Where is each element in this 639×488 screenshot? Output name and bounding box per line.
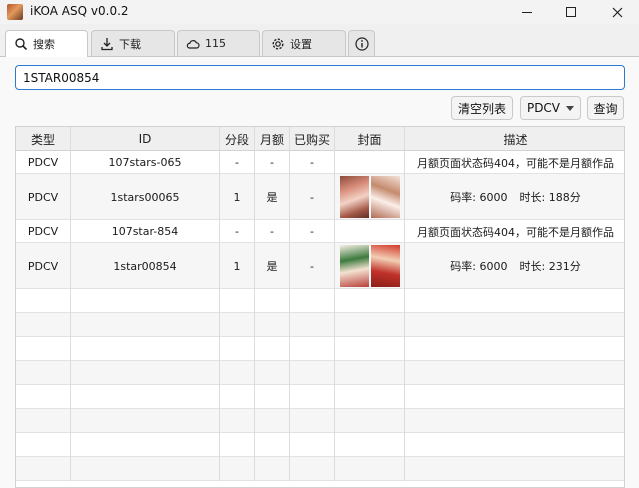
cell-type: PDCV [16,243,71,289]
cell-type: PDCV [16,151,71,174]
minimize-icon [522,11,532,13]
cloud-icon [186,37,200,51]
cover-thumbnail[interactable] [339,176,400,218]
tab-label: 115 [205,37,226,50]
cell-id: 107star-854 [71,220,220,243]
empty-row [16,313,624,337]
bitrate-text: 码率: 6000 [450,260,508,273]
maximize-icon [566,7,576,17]
cell-description: 码率: 6000 时长: 188分 [405,174,624,220]
cell-segment: - [220,220,255,243]
empty-row [16,409,624,433]
tab-115[interactable]: 115 [177,30,260,56]
cell-id: 1stars00065 [71,174,220,220]
cell-id: 1star00854 [71,243,220,289]
tab-info[interactable] [348,30,375,56]
cell-cover [335,243,405,289]
app-icon [7,4,23,20]
table-row[interactable]: PDCV 107stars-065 - - - 月额页面状态码404，可能不是月… [16,151,624,174]
cell-bought: - [290,220,335,243]
close-button[interactable] [594,0,639,24]
cell-cover [335,174,405,220]
clear-list-label: 清空列表 [457,101,506,116]
table-row[interactable]: PDCV 107star-854 - - - 月额页面状态码404，可能不是月额… [16,220,624,243]
maximize-button[interactable] [548,0,594,24]
cell-monthly: - [255,151,290,174]
query-button[interactable]: 查询 [587,96,624,120]
gear-icon [271,37,285,51]
info-icon [355,36,369,51]
empty-row [16,361,624,385]
cell-description: 月额页面状态码404，可能不是月额作品 [417,225,614,239]
cell-bought: - [290,243,335,289]
tab-label: 下载 [119,37,141,51]
cell-monthly: - [255,220,290,243]
cell-bought: - [290,151,335,174]
clear-list-button[interactable]: 清空列表 [451,96,513,120]
tab-search[interactable]: 搜索 [5,30,88,57]
column-header[interactable]: 类型 [16,127,71,151]
cell-bought: - [290,174,335,220]
cell-type: PDCV [16,174,71,220]
chevron-down-icon [566,105,575,111]
table-header: 类型 ID 分段 月额 已购买 封面 描述 [16,127,624,151]
tab-label: 设置 [290,37,312,51]
cover-thumbnail[interactable] [339,245,400,287]
column-header[interactable]: 月额 [255,127,290,151]
search-icon [14,37,28,51]
empty-row [16,433,624,457]
cell-segment: 1 [220,243,255,289]
tab-download[interactable]: 下载 [91,30,175,56]
table-row[interactable]: PDCV 1star00854 1 是 - 码率: 6000 时长: 231分 [16,243,624,289]
empty-row [16,385,624,409]
cell-cover [335,151,405,174]
column-header[interactable]: 分段 [220,127,255,151]
search-input[interactable] [15,65,625,90]
title-bar: iKOA ASQ v0.0.2 [0,0,639,24]
tab-bar: 搜索 下载 115 设置 [0,30,639,57]
window-title: iKOA ASQ v0.0.2 [30,4,129,18]
type-select[interactable]: PDCV [520,96,581,120]
bitrate-text: 码率: 6000 [450,191,508,204]
column-header[interactable]: ID [71,127,220,151]
tab-settings[interactable]: 设置 [262,30,346,56]
cell-description: 码率: 6000 时长: 231分 [405,243,624,289]
cell-cover [335,220,405,243]
table-row[interactable]: PDCV 1stars00065 1 是 - 码率: 6000 时长: 188分 [16,174,624,220]
type-select-value: PDCV [526,101,561,115]
download-icon [100,37,114,51]
empty-row [16,337,624,361]
duration-text: 时长: 231分 [519,260,581,273]
cell-description: 月额页面状态码404，可能不是月额作品 [417,156,614,170]
column-header[interactable]: 已购买 [290,127,335,151]
query-label: 查询 [593,101,618,116]
cell-type: PDCV [16,220,71,243]
cell-segment: 1 [220,174,255,220]
minimize-button[interactable] [504,0,550,24]
results-table: 类型 ID 分段 月额 已购买 封面 描述 PDCV 107stars-065 … [15,126,625,488]
column-header[interactable]: 封面 [335,127,405,151]
tab-label: 搜索 [33,38,55,51]
cell-id: 107stars-065 [71,151,220,174]
close-icon [612,7,622,17]
cell-segment: - [220,151,255,174]
column-header[interactable]: 描述 [405,127,624,151]
empty-row [16,457,624,481]
duration-text: 时长: 188分 [519,191,581,204]
cell-monthly: 是 [255,243,290,289]
empty-row [16,289,624,313]
cell-monthly: 是 [255,174,290,220]
